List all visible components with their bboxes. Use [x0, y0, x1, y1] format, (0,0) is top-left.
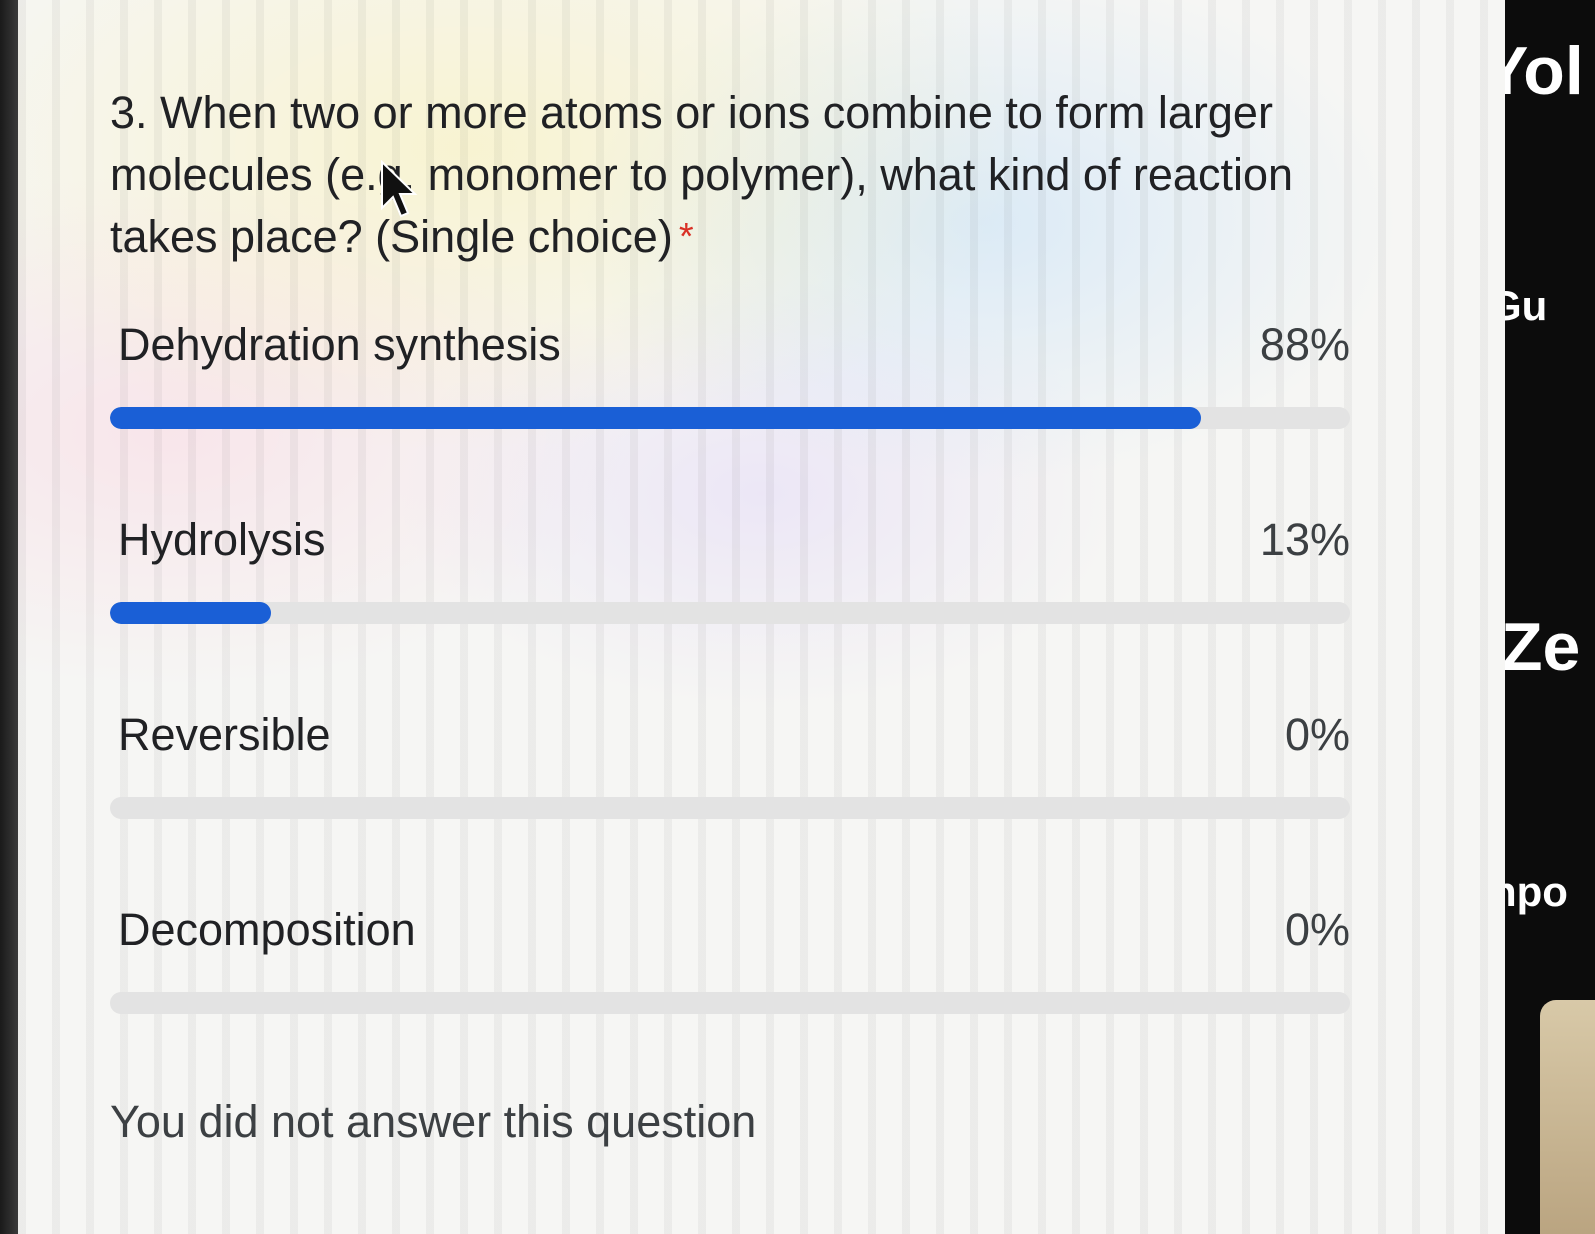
- answer-status-note: You did not answer this question: [110, 1096, 757, 1147]
- option-percent: 13%: [1259, 514, 1350, 565]
- option-label: Decomposition: [118, 904, 416, 955]
- adjacent-window-text: Yol: [1505, 33, 1584, 109]
- result-bar-track: [110, 407, 1350, 429]
- adjacent-window-text: Ze: [1505, 609, 1581, 685]
- question-text: 3. When two or more atoms or ions combin…: [110, 87, 1294, 262]
- option-label: Dehydration synthesis: [118, 319, 561, 370]
- question-title: 3. When two or more atoms or ions combin…: [110, 82, 1340, 268]
- answer-options: Dehydration synthesis 88% Hydrolysis 13%…: [110, 317, 1350, 1097]
- option-percent: 0%: [1284, 904, 1350, 955]
- result-bar-track: [110, 797, 1350, 819]
- result-bar-track: [110, 992, 1350, 1014]
- option-dehydration-synthesis: Dehydration synthesis 88%: [110, 317, 1350, 512]
- option-decomposition: Decomposition 0%: [110, 902, 1350, 1097]
- poll-results-panel: 3. When two or more atoms or ions combin…: [18, 0, 1505, 1234]
- required-asterisk: *: [678, 216, 694, 258]
- option-percent: 0%: [1284, 709, 1350, 760]
- result-bar-fill: [110, 407, 1202, 429]
- adjacent-window-text: npo: [1505, 868, 1568, 915]
- option-hydrolysis: Hydrolysis 13%: [110, 512, 1350, 707]
- question-card: 3. When two or more atoms or ions combin…: [110, 82, 1350, 1147]
- option-reversible: Reversible 0%: [110, 707, 1350, 902]
- adjacent-window-text: Gu: [1505, 282, 1548, 329]
- mouse-pointer-icon: [381, 160, 418, 218]
- screen-bezel: [0, 0, 18, 1234]
- adjacent-window: Yol Gu Ze npo: [1505, 0, 1595, 1234]
- result-bar-track: [110, 602, 1350, 624]
- option-label: Reversible: [118, 709, 331, 760]
- option-percent: 88%: [1259, 319, 1350, 370]
- video-thumbnail: [1540, 1000, 1595, 1234]
- result-bar-fill: [110, 602, 272, 624]
- option-label: Hydrolysis: [118, 514, 326, 565]
